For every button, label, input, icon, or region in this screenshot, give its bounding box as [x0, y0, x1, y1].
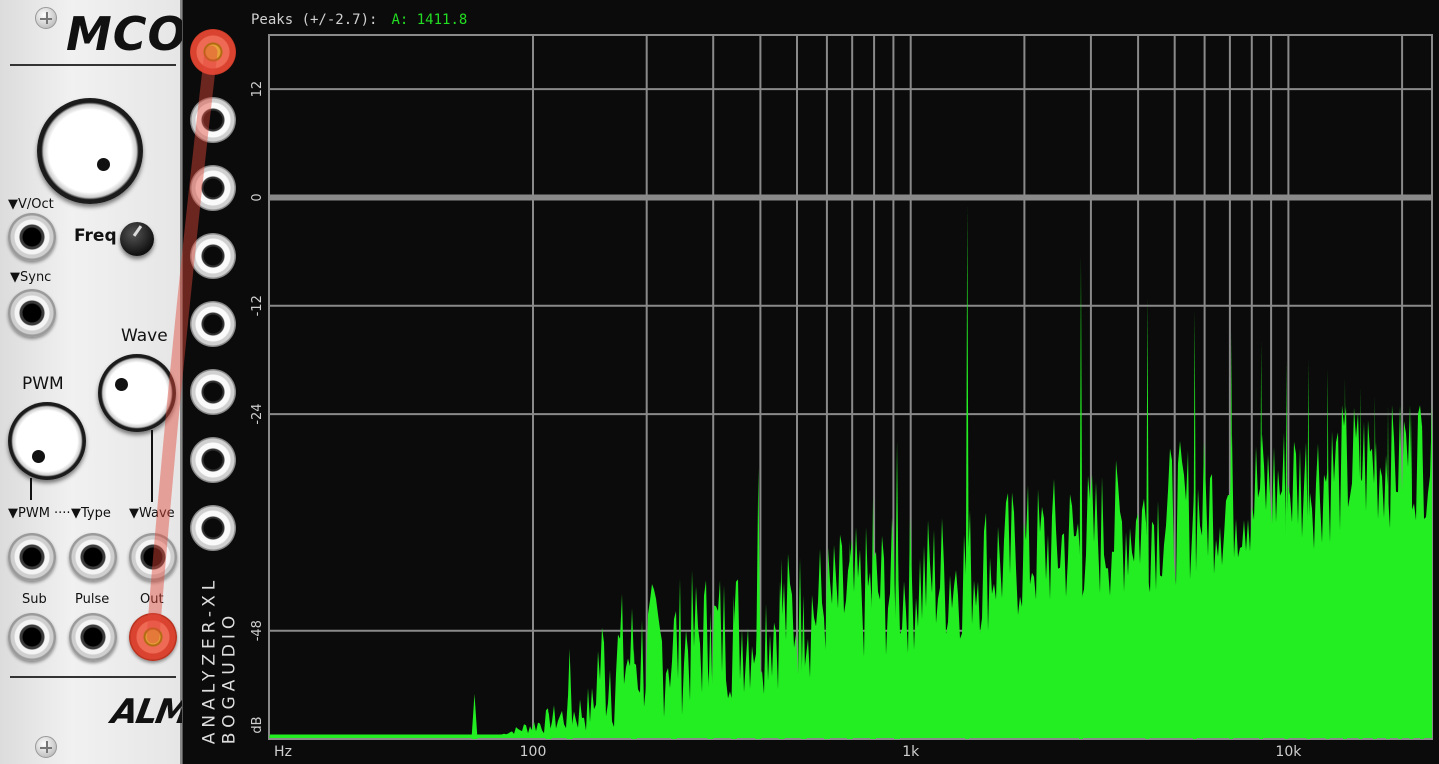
- knob-indicator-icon: [97, 158, 110, 171]
- sync-input-jack[interactable]: [8, 289, 56, 337]
- pwm-cv-label: ▼PWM ····: [8, 506, 71, 521]
- rack: MCO ▼V/Oct Freq ▼Sync Wave PWM ▼PWM ····…: [0, 0, 1439, 764]
- wave-knob[interactable]: [98, 354, 176, 432]
- freq-label: Freq: [74, 226, 117, 246]
- input-6-jack[interactable]: [190, 369, 236, 415]
- freq-fine-knob[interactable]: [120, 222, 154, 256]
- out-label: Out: [140, 592, 164, 607]
- manufacturer-name: BOGAUDIO: [219, 610, 240, 745]
- sync-label: ▼Sync: [10, 270, 52, 285]
- type-cv-label: ▼Type: [71, 506, 111, 521]
- knob-indicator-icon: [32, 450, 45, 463]
- divider: [10, 676, 176, 678]
- knob-indicator-icon: [115, 378, 128, 391]
- input-5-jack[interactable]: [190, 301, 236, 347]
- y-axis-labels: 12 0 -12 -24 -48 dB: [250, 81, 265, 734]
- input-1-jack[interactable]: [190, 29, 236, 75]
- wave-label: Wave: [121, 326, 168, 346]
- y-tick-label: -48: [250, 620, 265, 641]
- y-tick-label: 0: [250, 193, 265, 201]
- connector-line: [151, 430, 153, 502]
- frequency-coarse-knob[interactable]: [37, 98, 143, 204]
- screw-icon: [35, 7, 57, 29]
- x-axis-labels: Hz 100 1k 10k: [274, 744, 1302, 760]
- pwm-cv-jack[interactable]: [8, 533, 56, 581]
- x-tick-label: 1k: [902, 744, 920, 760]
- x-unit-label: Hz: [274, 744, 292, 760]
- pulse-label: Pulse: [75, 592, 110, 607]
- wave-cv-jack[interactable]: [129, 533, 177, 581]
- y-tick-label: -24: [250, 403, 265, 424]
- input-4-jack[interactable]: [190, 233, 236, 279]
- input-3-jack[interactable]: [190, 165, 236, 211]
- module-name: ANALYZER-XL: [199, 575, 220, 745]
- peaks-readout: Peaks (+/-2.7): A: 1411.8: [251, 12, 467, 28]
- y-unit-label: dB: [250, 716, 265, 733]
- mco-module: MCO ▼V/Oct Freq ▼Sync Wave PWM ▼PWM ····…: [0, 0, 191, 764]
- peaks-label: Peaks (+/-2.7):: [251, 12, 378, 28]
- divider: [10, 64, 176, 66]
- knob-indicator-icon: [132, 225, 143, 237]
- spectrum-plot: 12 0 -12 -24 -48 dB Hz 100 1k 10k: [250, 34, 1433, 760]
- input-8-jack[interactable]: [190, 505, 236, 551]
- screw-icon: [35, 736, 57, 758]
- y-tick-label: 12: [250, 81, 265, 98]
- type-cv-jack[interactable]: [69, 533, 117, 581]
- analyzer-xl-module: 12 0 -12 -24 -48 dB Hz 100 1k 10k ANALYZER-XL BO…: [182, 0, 1439, 764]
- connector-line: [30, 478, 32, 500]
- pwm-knob[interactable]: [8, 402, 86, 480]
- wave-cv-label: ▼Wave: [129, 506, 175, 521]
- y-tick-label: -12: [250, 295, 265, 316]
- sub-output-jack[interactable]: [8, 613, 56, 661]
- peaks-value: A: 1411.8: [391, 12, 468, 28]
- voct-label: ▼V/Oct: [8, 197, 54, 212]
- pwm-label: PWM: [22, 374, 64, 394]
- x-tick-label: 10k: [1275, 744, 1302, 760]
- input-2-jack[interactable]: [190, 97, 236, 143]
- voct-input-jack[interactable]: [8, 213, 56, 261]
- brand-label: ANALYZER-XL BOGAUDIO: [199, 576, 239, 745]
- input-7-jack[interactable]: [190, 437, 236, 483]
- pulse-output-jack[interactable]: [69, 613, 117, 661]
- sub-label: Sub: [22, 592, 47, 607]
- module-title: MCO: [66, 7, 188, 61]
- x-tick-label: 100: [520, 744, 547, 760]
- out-output-jack[interactable]: [129, 613, 177, 661]
- alm-logo: ALM: [108, 692, 192, 732]
